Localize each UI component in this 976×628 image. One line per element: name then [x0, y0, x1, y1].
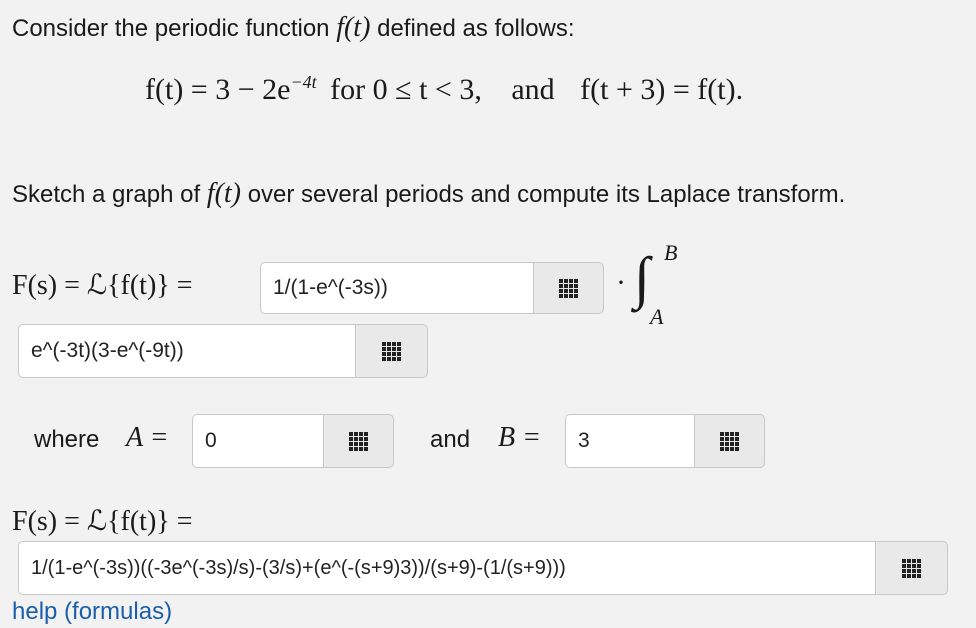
function-definition: f(t) = 3 − 2e−4t for 0 ≤ t < 3, and f(t … [145, 72, 743, 107]
where-label: where [34, 426, 100, 453]
grid-keypad-icon [902, 558, 921, 578]
definition-periodicity: f(t + 3) = f(t). [580, 73, 744, 106]
integral-sign: ∫ [634, 245, 650, 310]
a-label: A = [126, 422, 169, 453]
grid-keypad-icon [559, 278, 578, 298]
intro-rest: defined as follows: [377, 15, 575, 42]
sketch-text-a: Sketch a graph of [12, 181, 201, 208]
integral-lower-limit: A [650, 304, 664, 329]
multiply-dot: · [616, 266, 626, 299]
intro-function: f(t) [336, 12, 371, 43]
sketch-function: f(t) [206, 178, 242, 209]
intro-line: Consider the periodic function f(t) defi… [12, 14, 575, 43]
a-input[interactable]: 0 [192, 414, 324, 468]
intro-text: Consider the periodic function [12, 15, 330, 42]
final-answer-input[interactable]: 1/(1-e^(-3s))((-3e^(-3s)/s)-(3/s)+(e^(-(… [18, 541, 876, 595]
integrand-input[interactable]: e^(-3t)(3-e^(-9t)) [18, 324, 356, 378]
help-formulas-link[interactable]: help (formulas) [12, 598, 172, 626]
grid-keypad-icon [720, 431, 739, 451]
definition-and: and [511, 73, 555, 106]
grid-keypad-icon [382, 341, 401, 361]
laplace-label: F(s) = ℒ{f(t)} = [12, 270, 193, 301]
grid-keypad-icon [349, 431, 368, 451]
a-keypad-button[interactable] [324, 414, 394, 468]
instruction-line: Sketch a graph of f(t) over several peri… [12, 180, 845, 209]
factor-keypad-button[interactable] [534, 262, 604, 314]
sketch-text-b: over several periods and compute its Lap… [247, 181, 846, 208]
b-label: B = [498, 422, 541, 453]
and-label: and [430, 426, 471, 453]
laplace-label-final: F(s) = ℒ{f(t)} = [12, 506, 193, 537]
final-keypad-button[interactable] [876, 541, 948, 595]
b-keypad-button[interactable] [695, 414, 765, 468]
integrand-keypad-button[interactable] [356, 324, 428, 378]
b-input[interactable]: 3 [565, 414, 695, 468]
definition-condition: for 0 ≤ t < 3, [330, 73, 482, 106]
definition-exponent: −4t [290, 72, 317, 92]
integral-upper-limit: B [664, 240, 678, 265]
factor-input[interactable]: 1/(1-e^(-3s)) [260, 262, 534, 314]
definition-lhs: f(t) = 3 − 2e [145, 73, 291, 106]
